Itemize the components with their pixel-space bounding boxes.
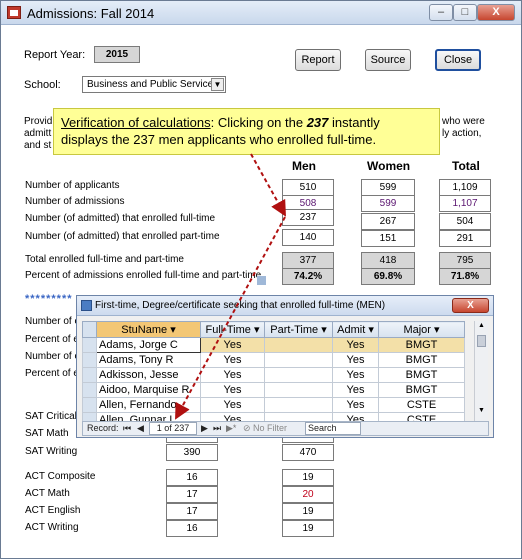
admissions-window: Admissions: Fall 2014 – □ X Report Year:… bbox=[0, 0, 522, 559]
record-arrow bbox=[175, 216, 286, 420]
callout-arrow bbox=[250, 153, 286, 217]
annotation-arrows bbox=[175, 153, 286, 420]
